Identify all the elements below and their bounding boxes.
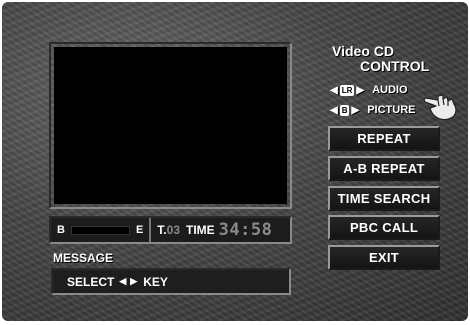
exit-button[interactable]: EXIT (328, 245, 440, 270)
message-box: SELECT ◀ ▶ KEY (51, 268, 291, 295)
pointer-hand-icon (423, 94, 457, 121)
track-number: 03 (166, 223, 180, 237)
ab-range-bar (70, 225, 130, 235)
audio-channel-chip: LR (339, 84, 355, 96)
ab-repeat-indicator: B E (51, 218, 152, 242)
ab-start-label: B (57, 224, 65, 236)
picture-right-arrow-icon[interactable]: ▶ (351, 105, 359, 116)
picture-mode-chip: B (339, 104, 350, 116)
ab-end-label: E (135, 224, 144, 236)
audio-left-arrow-icon[interactable]: ◀ (330, 85, 338, 96)
status-bar: B E T. 03 TIME 34:58 (49, 216, 292, 244)
audio-label: AUDIO (372, 84, 408, 96)
picture-selector[interactable]: ◀ B ▶ PICTURE (330, 104, 415, 116)
audio-right-arrow-icon[interactable]: ▶ (356, 85, 364, 96)
audio-selector[interactable]: ◀ LR ▶ AUDIO (330, 84, 408, 96)
video-display (54, 47, 287, 204)
right-arrow-icon: ▶ (130, 276, 138, 286)
time-label: TIME (186, 223, 215, 237)
message-text-pre: SELECT (67, 274, 115, 289)
time-value: 34:58 (218, 220, 273, 240)
panel-title-line1: Video CD (332, 43, 394, 59)
panel-title-line2: CONTROL (360, 58, 430, 74)
picture-left-arrow-icon[interactable]: ◀ (330, 105, 338, 116)
message-text-post: KEY (143, 274, 168, 289)
time-search-button[interactable]: TIME SEARCH (328, 186, 440, 211)
picture-label: PICTURE (367, 104, 416, 116)
panel-title: Video CD CONTROL (332, 44, 429, 74)
vcd-control-screen: B E T. 03 TIME 34:58 MESSAGE SELECT ◀ ▶ … (2, 2, 468, 321)
repeat-button[interactable]: REPEAT (328, 126, 440, 151)
message-label: MESSAGE (53, 251, 114, 265)
video-frame (49, 42, 292, 209)
track-time-info: T. 03 TIME 34:58 (151, 220, 272, 240)
pbc-call-button[interactable]: PBC CALL (328, 215, 440, 240)
ab-repeat-button[interactable]: A-B REPEAT (328, 156, 440, 181)
track-prefix: T. (157, 223, 167, 237)
left-arrow-icon: ◀ (119, 276, 127, 286)
